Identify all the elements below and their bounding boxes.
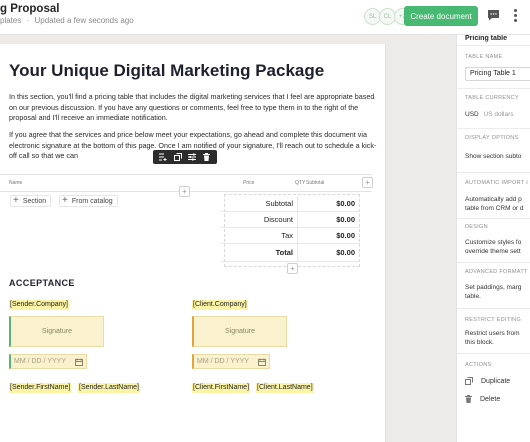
display-options-label: DISPLAY OPTIONS [465,135,519,141]
sender-lastname-variable[interactable]: [Sender.LastName] [78,383,140,393]
pricing-summary[interactable]: Subtotal $0.00 Discount $0.00 Tax $0.00 … [221,196,360,262]
add-section-label: Section [22,197,47,205]
sender-date-field[interactable]: MM / DD / YYYY [9,354,87,369]
design-label: DESIGN [465,224,488,230]
import-description-1: Automatically add p [465,196,522,203]
restrict-description-2: this block. [465,339,494,346]
template-link[interactable]: plates [0,16,21,25]
advanced-description-1: Set paddings, marg [465,284,522,291]
client-firstname-variable[interactable]: [Client.FirstName] [192,383,251,393]
summary-row-total[interactable]: Total $0.00 [221,244,360,262]
page-heading[interactable]: Your Unique Digital Marketing Package [9,61,324,81]
acceptance-heading[interactable]: ACCEPTANCE [9,278,75,288]
add-section-button[interactable]: + Section [10,195,52,207]
properties-panel: Pricing table TABLE NAME Pricing Table 1… [456,35,530,442]
divider [457,218,530,219]
divider [457,128,530,129]
calendar-icon [75,358,83,366]
table-currency-label: TABLE CURRENCY [465,95,519,101]
column-name: Name [9,180,23,186]
advanced-formatting-label: ADVANCED FORMATT [465,269,528,275]
actions-label: ACTIONS [465,362,492,368]
summary-row-discount[interactable]: Discount $0.00 [221,212,360,228]
table-name-input[interactable]: Pricing Table 1 [465,67,530,81]
add-summary-row-button[interactable]: + [287,263,298,274]
total-label: Total [221,244,298,261]
divider [457,45,530,46]
summary-label: Discount [221,212,298,227]
top-bar: g Proposal plates · Updated a few second… [0,0,530,35]
divider [457,353,530,354]
collaborator-avatars[interactable]: SL CL +2 [364,8,411,25]
save-status: Updated a few seconds ago [34,16,134,25]
divider [457,262,530,263]
sender-firstname-variable[interactable]: [Sender.FirstName] [9,383,72,393]
trash-icon[interactable] [202,153,211,162]
copy-icon[interactable] [173,153,182,162]
total-value: $0.00 [336,248,355,257]
trash-icon [465,395,472,403]
more-options-icon[interactable] [508,6,522,24]
column-subtotal: Subtotal [306,180,325,186]
divider [457,172,530,173]
summary-value: $0.00 [336,231,355,240]
duplicate-label: Duplicate [481,377,511,385]
summary-value: $0.00 [336,199,355,208]
restrict-editing-label: RESTRICT EDITING [465,317,522,323]
delete-button[interactable]: Delete [465,395,500,403]
design-description-2: override theme sett [465,248,521,255]
date-placeholder: MM / DD / YYYY [14,358,66,365]
client-date-field[interactable]: MM / DD / YYYY [192,354,270,369]
summary-row-subtotal[interactable]: Subtotal $0.00 [221,196,360,212]
import-description-2: table from CRM or d [465,205,524,212]
add-column-button[interactable]: + [362,177,373,188]
currency-name: US dollars [483,111,514,118]
date-placeholder: MM / DD / YYYY [197,358,249,365]
block-toolbar [153,150,217,164]
sender-company-variable[interactable]: [Sender.Company] [9,300,69,310]
column-price: Price [243,180,255,186]
add-row-button[interactable]: + [179,186,190,197]
client-signature-field[interactable]: Signature [192,316,287,347]
document-meta: plates · Updated a few seconds ago [0,16,137,25]
sender-signature-field[interactable]: Signature [9,316,104,347]
show-section-subtotals-option[interactable]: Show section subto [465,152,521,161]
currency-select[interactable]: USD US dollars [465,110,514,119]
comments-icon[interactable] [484,6,502,24]
add-row-icon[interactable] [158,153,168,162]
duplicate-icon [465,377,473,385]
add-from-catalog-button[interactable]: + From catalog [59,195,118,207]
calendar-icon [258,358,266,366]
plus-icon: + [62,195,68,206]
add-catalog-label: From catalog [71,197,113,205]
summary-value: $0.00 [336,215,355,224]
intro-paragraph[interactable]: In this section, you'll find a pricing t… [9,92,379,124]
create-document-button[interactable]: Create document [404,6,478,26]
duplicate-button[interactable]: Duplicate [465,377,510,385]
document-page[interactable]: Your Unique Digital Marketing Package In… [0,44,386,442]
client-company-variable[interactable]: [Client.Company] [192,300,248,310]
delete-label: Delete [480,395,501,403]
automatic-import-label: AUTOMATIC IMPORT I [465,180,529,186]
summary-label: Subtotal [221,196,298,211]
settings-sliders-icon[interactable] [188,153,197,162]
table-name-label: TABLE NAME [465,54,503,60]
restrict-description-1: Restrict users from [465,330,520,337]
plus-icon: + [13,195,19,206]
currency-code: USD [465,111,479,118]
client-lastname-variable[interactable]: [Client.LastName] [256,383,314,393]
advanced-description-2: table. [465,293,481,300]
meta-separator: · [26,16,30,25]
panel-title: Pricing table [465,35,508,42]
document-title[interactable]: g Proposal [0,3,59,15]
design-description-1: Customize styles fo [465,239,522,246]
summary-row-tax[interactable]: Tax $0.00 [221,228,360,244]
summary-label: Tax [221,228,298,243]
divider [457,88,530,89]
column-qty: QTY [295,180,306,186]
divider [457,308,530,309]
